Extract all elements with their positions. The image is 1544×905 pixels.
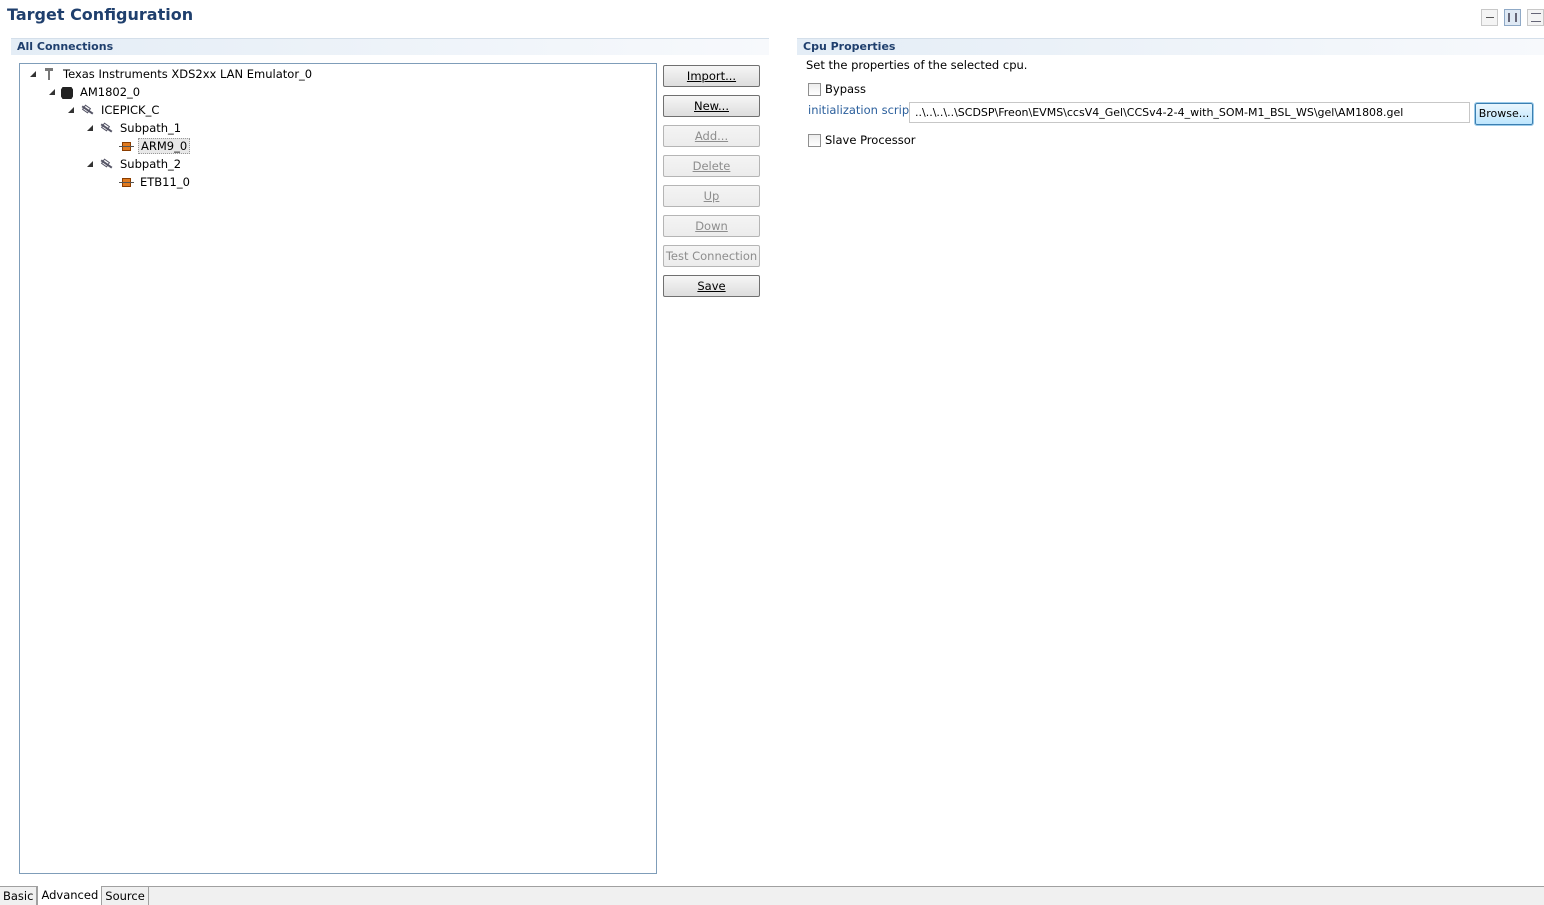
- slave-processor-checkbox[interactable]: [808, 133, 821, 147]
- target-configuration-editor: Target Configuration All Connections Tex…: [0, 0, 1544, 905]
- tab-advanced[interactable]: Advanced: [37, 886, 103, 905]
- new-button[interactable]: New...: [663, 95, 760, 117]
- import-button[interactable]: Import...: [663, 65, 760, 87]
- expand-arrow-icon[interactable]: [30, 70, 36, 77]
- add-button[interactable]: Add...: [663, 125, 760, 147]
- router-icon: [99, 121, 113, 135]
- tree-item-label: Subpath_1: [120, 120, 182, 135]
- expand-arrow-icon[interactable]: [68, 106, 74, 113]
- layout-toolbar: [1481, 9, 1544, 26]
- down-button[interactable]: Down: [663, 215, 760, 237]
- chip-icon: [61, 87, 73, 98]
- cpu-properties-description: Set the properties of the selected cpu.: [806, 58, 1028, 72]
- page-title: Target Configuration: [7, 5, 194, 24]
- tree-item-subpath-1[interactable]: Subpath_1: [87, 119, 183, 136]
- cpu-icon: [119, 139, 134, 153]
- delete-button[interactable]: Delete: [663, 155, 760, 177]
- initialization-script-input[interactable]: [909, 102, 1470, 123]
- tab-basic[interactable]: Basic: [0, 887, 38, 905]
- expand-arrow-icon[interactable]: [49, 88, 55, 95]
- bypass-checkbox[interactable]: [808, 82, 821, 96]
- editor-tabs: Basic Advanced Source: [0, 886, 1544, 905]
- cpu-icon: [119, 175, 134, 189]
- tree-item-label: Subpath_2: [120, 156, 182, 171]
- tree-item-label: ICEPICK_C: [101, 102, 160, 117]
- emulator-icon: [42, 67, 56, 81]
- tree-item-arm9[interactable]: ARM9_0: [119, 137, 191, 154]
- tree-item-emulator[interactable]: Texas Instruments XDS2xx LAN Emulator_0: [30, 65, 314, 82]
- save-button[interactable]: Save: [663, 275, 760, 297]
- tree-item-label: ARM9_0: [138, 137, 191, 154]
- horizontal-layout-icon[interactable]: [1504, 9, 1521, 26]
- tree-item-subpath-2[interactable]: Subpath_2: [87, 155, 183, 172]
- tree-item-etb11[interactable]: ETB11_0: [119, 173, 192, 190]
- router-icon: [80, 103, 94, 117]
- tree-item-label: ETB11_0: [140, 174, 190, 189]
- connections-tree[interactable]: Texas Instruments XDS2xx LAN Emulator_0 …: [19, 63, 657, 874]
- browse-button[interactable]: Browse...: [1474, 102, 1534, 126]
- tree-item-label: AM1802_0: [80, 84, 141, 99]
- up-button[interactable]: Up: [663, 185, 760, 207]
- expand-arrow-icon[interactable]: [87, 160, 93, 167]
- tree-item-label: Texas Instruments XDS2xx LAN Emulator_0: [63, 66, 313, 81]
- all-connections-header: All Connections: [11, 38, 769, 55]
- router-icon: [99, 157, 113, 171]
- tab-source[interactable]: Source: [102, 887, 149, 905]
- vertical-layout-icon[interactable]: [1527, 9, 1544, 26]
- collapse-icon[interactable]: [1481, 9, 1498, 26]
- slave-processor-label: Slave Processor: [825, 133, 916, 147]
- expand-arrow-icon[interactable]: [87, 124, 93, 131]
- tree-item-icepick[interactable]: ICEPICK_C: [68, 101, 161, 118]
- tree-item-device[interactable]: AM1802_0: [49, 83, 142, 100]
- test-connection-button[interactable]: Test Connection: [663, 245, 760, 267]
- initialization-script-label: initialization script: [808, 103, 914, 117]
- slave-processor-option[interactable]: Slave Processor: [808, 133, 915, 147]
- bypass-option[interactable]: Bypass: [808, 82, 866, 96]
- bypass-label: Bypass: [825, 82, 867, 96]
- cpu-properties-header: Cpu Properties: [797, 38, 1544, 55]
